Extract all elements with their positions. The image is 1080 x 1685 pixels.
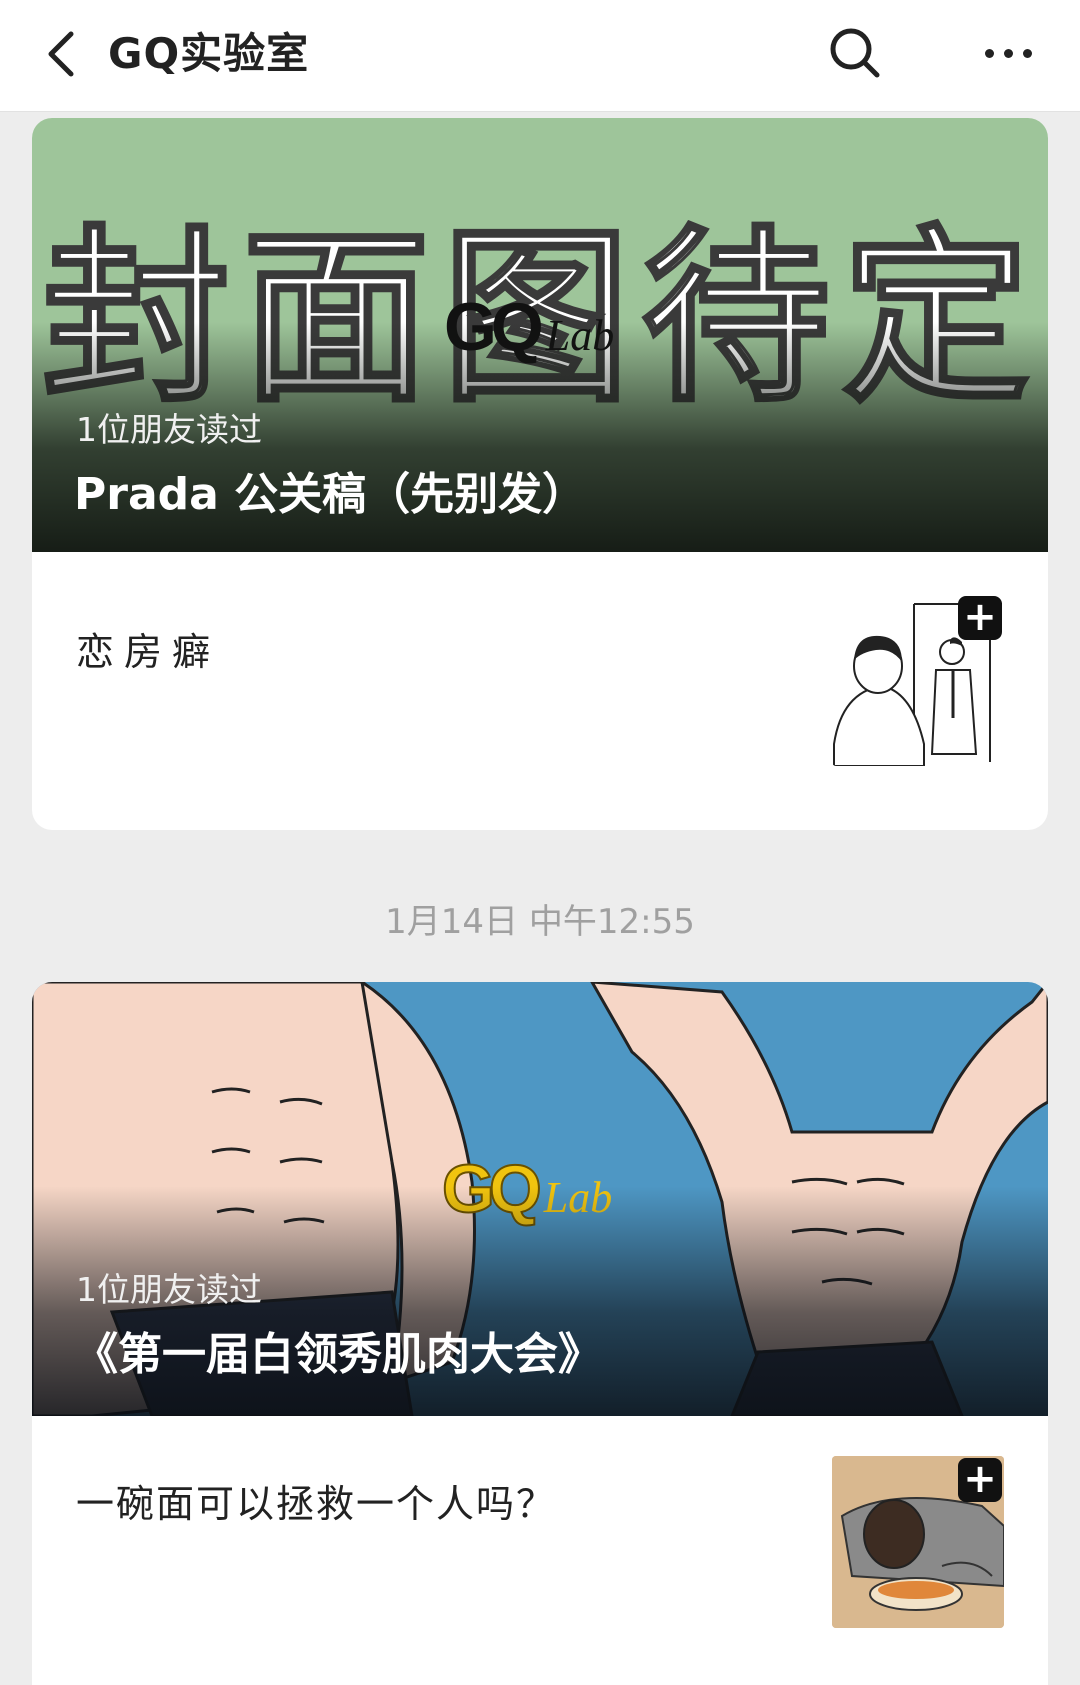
article-card: 封面图待定 GQ Lab 1位朋友读过 Prada 公关稿（先别发） 恋房癖 + [32, 118, 1048, 830]
more-dot [1022, 48, 1032, 58]
plus-icon: + [958, 596, 1002, 640]
sub-article-title[interactable]: 恋房癖 [76, 626, 220, 678]
top-bar: GQ实验室 [0, 0, 1080, 112]
page-title: GQ实验室 [108, 29, 310, 78]
more-dot [1003, 48, 1013, 58]
article-headline: Prada 公关稿（先别发） [74, 469, 587, 520]
chevron-left-icon [48, 31, 74, 77]
sub-article-thumbnail[interactable]: + [832, 1456, 1004, 1628]
friends-read-label: 1位朋友读过 [76, 1270, 262, 1309]
sub-article-thumbnail[interactable]: + [832, 594, 1004, 766]
back-button[interactable] [30, 22, 94, 86]
message-timestamp: 1月14日 中午12:55 [385, 902, 695, 942]
article-cover[interactable]: GQ Lab 1位朋友读过 《第一届白领秀肌肉大会》 [32, 982, 1048, 1416]
more-button[interactable] [968, 20, 1048, 86]
search-button[interactable] [822, 20, 888, 86]
article-card: GQ Lab 1位朋友读过 《第一届白领秀肌肉大会》 一碗面可以拯救一个人吗？ … [32, 982, 1048, 1685]
friends-read-label: 1位朋友读过 [76, 410, 262, 449]
sub-article-title[interactable]: 一碗面可以拯救一个人吗？ [76, 1478, 556, 1530]
article-headline: 《第一届白领秀肌肉大会》 [74, 1329, 602, 1380]
plus-icon: + [958, 1458, 1002, 1502]
article-cover[interactable]: 封面图待定 GQ Lab 1位朋友读过 Prada 公关稿（先别发） [32, 118, 1048, 552]
more-dots-icon [984, 48, 994, 58]
search-icon [830, 28, 880, 78]
